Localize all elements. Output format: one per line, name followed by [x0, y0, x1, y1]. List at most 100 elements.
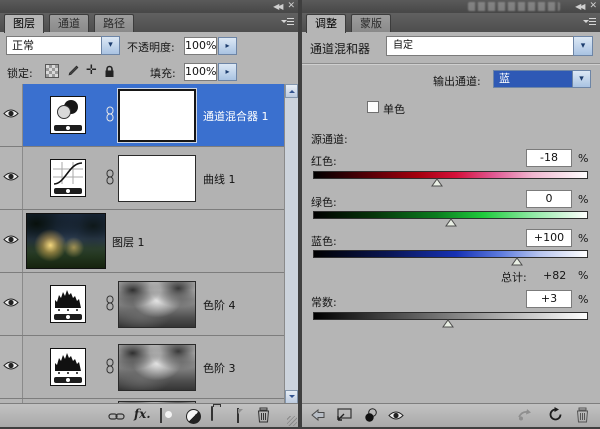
- link-layers-icon[interactable]: [108, 411, 125, 424]
- resize-grip-icon[interactable]: [287, 416, 297, 426]
- layer-row-curves-1[interactable]: 曲线 1: [0, 147, 284, 210]
- layer-name[interactable]: 色阶 4: [203, 297, 236, 313]
- layer-row-channel-mixer-1[interactable]: 通道混合器 1: [0, 84, 284, 147]
- collapse-panel-icon[interactable]: ◀◀: [273, 2, 281, 11]
- visibility-eye-icon[interactable]: [3, 297, 19, 311]
- new-adjustment-layer-icon[interactable]: [186, 409, 201, 424]
- layer-style-fx-icon[interactable]: fx.: [134, 407, 151, 421]
- layers-tabrow: 图层 通道 路径: [0, 13, 298, 32]
- layer-mask-link-icon[interactable]: [106, 295, 114, 314]
- layer-name[interactable]: 色阶 3: [203, 360, 236, 376]
- layer-mask-thumbnail[interactable]: [118, 155, 196, 202]
- blue-value-input[interactable]: +100: [526, 229, 572, 247]
- visibility-eye-icon[interactable]: [3, 108, 19, 122]
- layer-mask-thumbnail[interactable]: [118, 281, 196, 328]
- layer-name[interactable]: 通道混合器 1: [203, 108, 269, 124]
- layer-mask-thumbnail[interactable]: [118, 344, 196, 391]
- collapse-panel-icon[interactable]: ◀◀: [575, 2, 583, 11]
- layers-list: 通道混合器 1 曲线 1: [0, 84, 298, 404]
- panel-menu-icon[interactable]: [583, 18, 596, 27]
- layers-scrollbar[interactable]: [284, 84, 298, 404]
- levels-thumbnail[interactable]: [50, 285, 86, 323]
- visibility-eye-icon[interactable]: [3, 360, 19, 374]
- blue-slider-label: 蓝色:: [311, 233, 337, 249]
- output-channel-label: 输出通道:: [433, 73, 481, 89]
- green-slider-thumb[interactable]: [445, 217, 457, 230]
- delete-adjustment-icon[interactable]: [576, 407, 589, 426]
- green-value-input[interactable]: 0: [526, 190, 572, 208]
- lock-position-icon[interactable]: ✛: [86, 65, 97, 77]
- toggle-visibility-eye-icon[interactable]: [388, 410, 404, 424]
- tab-channels[interactable]: 通道: [49, 14, 89, 32]
- new-group-icon[interactable]: [211, 406, 213, 421]
- new-layer-icon[interactable]: [237, 408, 239, 423]
- layer-row-levels-4[interactable]: 色阶 4: [0, 273, 284, 336]
- layers-panel-titlebar: ◀◀ ✕: [0, 0, 298, 13]
- channel-mixer-thumbnail[interactable]: [50, 96, 86, 134]
- panel-menu-icon[interactable]: [281, 18, 294, 27]
- image-layer-thumbnail[interactable]: [26, 213, 106, 269]
- delete-layer-icon[interactable]: [257, 407, 270, 426]
- visibility-eye-icon[interactable]: [3, 234, 19, 248]
- lock-pixels-brush-icon[interactable]: [66, 65, 79, 78]
- layer-name[interactable]: 图层 1: [112, 234, 145, 250]
- tab-adjustments[interactable]: 调整: [306, 14, 346, 33]
- switch-panel-view-icon[interactable]: [335, 408, 353, 425]
- opacity-label: 不透明度:: [127, 39, 175, 55]
- red-value-input[interactable]: -18: [526, 149, 572, 167]
- adjustments-tabrow: 调整 蒙版: [302, 13, 600, 32]
- reset-adjustment-icon[interactable]: [548, 407, 563, 425]
- layer-mask-link-icon[interactable]: [106, 169, 114, 188]
- view-previous-state-icon[interactable]: [517, 408, 533, 425]
- close-panel-icon[interactable]: ✕: [589, 1, 597, 11]
- opacity-spinner-icon[interactable]: ▸: [218, 37, 237, 55]
- add-layer-mask-icon[interactable]: [160, 408, 162, 423]
- scroll-up-icon[interactable]: [285, 84, 298, 98]
- fill-spinner-icon[interactable]: ▸: [218, 63, 237, 81]
- curves-thumbnail[interactable]: [50, 159, 86, 197]
- blend-mode-chevron-icon[interactable]: ▾: [101, 36, 120, 55]
- close-panel-icon[interactable]: ✕: [287, 1, 295, 11]
- fill-input[interactable]: 100%: [184, 63, 217, 81]
- preset-select[interactable]: 自定: [386, 36, 574, 56]
- monochrome-checkbox[interactable]: [367, 101, 379, 113]
- adjustments-bottom-toolbar: [302, 403, 600, 427]
- constant-value-input[interactable]: +3: [526, 290, 572, 308]
- lock-transparency-icon[interactable]: [45, 64, 59, 78]
- visibility-eye-icon[interactable]: [3, 171, 19, 185]
- scroll-down-icon[interactable]: [285, 390, 298, 404]
- opacity-input[interactable]: 100%: [184, 37, 217, 55]
- total-label: 总计:: [501, 269, 527, 285]
- layer-row-layer-1[interactable]: 图层 1: [0, 210, 284, 273]
- lock-all-icon[interactable]: [104, 65, 115, 78]
- blue-slider-thumb[interactable]: [511, 256, 523, 269]
- layer-name[interactable]: 曲线 1: [203, 171, 236, 187]
- photoshop-panels: ◀◀ ✕ 图层 通道 路径 正常 ▾ 不透明度: 100% ▸ 锁定: ✛ 填充…: [0, 0, 600, 429]
- layer-mask-thumbnail[interactable]: [118, 89, 196, 142]
- preset-chevron-icon[interactable]: ▾: [573, 36, 593, 56]
- output-channel-chevron-icon[interactable]: ▾: [572, 70, 591, 88]
- layer-mask-link-icon[interactable]: [106, 106, 114, 125]
- tab-paths[interactable]: 路径: [94, 14, 134, 32]
- blend-mode-select[interactable]: 正常: [6, 36, 102, 55]
- green-unit-label: %: [578, 193, 588, 206]
- constant-slider-label: 常数:: [311, 294, 337, 310]
- layer-row-levels-3[interactable]: 色阶 3: [0, 336, 284, 399]
- lock-label: 锁定:: [7, 65, 33, 81]
- clip-to-layer-icon[interactable]: [364, 408, 378, 426]
- red-slider-thumb[interactable]: [431, 177, 443, 190]
- levels-thumbnail[interactable]: [50, 348, 86, 386]
- tab-layers[interactable]: 图层: [4, 14, 44, 33]
- constant-slider-thumb[interactable]: [442, 318, 454, 331]
- tab-masks[interactable]: 蒙版: [351, 14, 391, 32]
- monochrome-label: 单色: [383, 101, 405, 117]
- output-channel-select[interactable]: 蓝: [493, 70, 573, 88]
- adjustments-panel: ◀◀ ✕ 调整 蒙版 通道混和器 自定 ▾ 输出通道: 蓝 ▾ 单色 源通道: …: [302, 0, 600, 427]
- red-slider-label: 红色:: [311, 153, 337, 169]
- watermark: [468, 2, 560, 11]
- layer-mask-link-icon[interactable]: [106, 358, 114, 377]
- constant-unit-label: %: [578, 293, 588, 306]
- adjustment-title: 通道混和器: [310, 40, 370, 57]
- back-to-adjustment-list-icon[interactable]: [310, 408, 326, 425]
- layers-panel: ◀◀ ✕ 图层 通道 路径 正常 ▾ 不透明度: 100% ▸ 锁定: ✛ 填充…: [0, 0, 298, 427]
